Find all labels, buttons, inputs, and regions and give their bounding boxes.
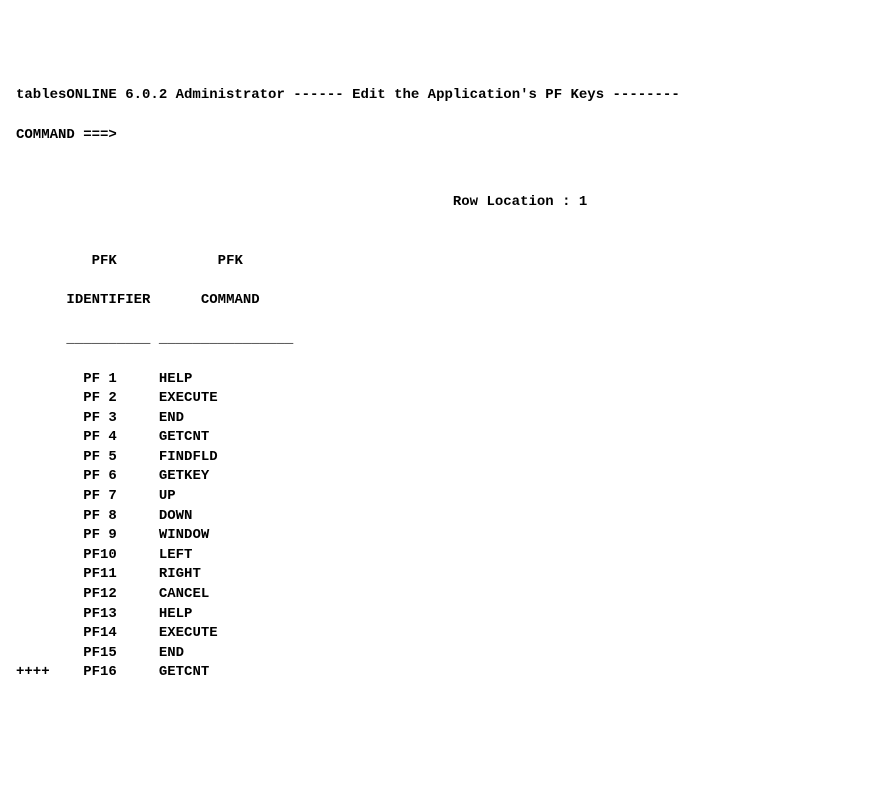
table-row: PF13 HELP xyxy=(16,605,864,625)
pfk-identifier: PF15 xyxy=(83,645,142,661)
title-screen: Edit the Application's PF Keys xyxy=(352,87,604,103)
pfk-command: FINDFLD xyxy=(159,449,218,465)
col2-underline: ________________ xyxy=(159,331,293,347)
pfk-command: HELP xyxy=(159,371,193,387)
pfk-command: HELP xyxy=(159,606,193,622)
table-row: PF 1 HELP xyxy=(16,370,864,390)
row-location-label: Row Location : xyxy=(453,194,571,210)
table-header-line2: IDENTIFIER COMMAND xyxy=(16,291,864,311)
row-marker xyxy=(16,371,50,387)
command-line: COMMAND ===> xyxy=(16,126,864,146)
pfk-command: END xyxy=(159,410,184,426)
pfk-command: CANCEL xyxy=(159,586,209,602)
row-marker xyxy=(16,488,50,504)
pfk-command: LEFT xyxy=(159,547,193,563)
row-location-value: 1 xyxy=(579,194,587,210)
command-label: COMMAND ===> xyxy=(16,127,117,143)
command-input[interactable] xyxy=(125,126,629,144)
pfk-identifier: PF 4 xyxy=(83,429,142,445)
table-row: PF15 END xyxy=(16,644,864,664)
row-marker xyxy=(16,606,50,622)
pfk-command: RIGHT xyxy=(159,566,201,582)
table-row: PF10 LEFT xyxy=(16,546,864,566)
row-marker xyxy=(16,625,50,641)
col2-header-line2: COMMAND xyxy=(201,292,260,308)
pfk-command: GETCNT xyxy=(159,664,209,680)
table-row: PF 5 FINDFLD xyxy=(16,448,864,468)
table-row: ++++ PF16 GETCNT xyxy=(16,663,864,683)
table-row: PF 2 EXECUTE xyxy=(16,389,864,409)
pfk-command: DOWN xyxy=(159,508,193,524)
pfk-command: EXECUTE xyxy=(159,625,218,641)
pfk-identifier: PF 1 xyxy=(83,371,142,387)
pfk-identifier: PF 8 xyxy=(83,508,142,524)
pfk-identifier: PF14 xyxy=(83,625,142,641)
title-sep-mid: ------ xyxy=(285,87,352,103)
col1-underline: __________ xyxy=(66,331,150,347)
row-marker xyxy=(16,449,50,465)
pfk-command: END xyxy=(159,645,184,661)
pfk-command: GETCNT xyxy=(159,429,209,445)
pfk-identifier: PF12 xyxy=(83,586,142,602)
col1-header-line2: IDENTIFIER xyxy=(66,292,150,308)
col2-header-line1: PFK xyxy=(218,253,243,269)
pfk-command: UP xyxy=(159,488,176,504)
pfk-command: GETKEY xyxy=(159,468,209,484)
pfk-command: WINDOW xyxy=(159,527,209,543)
pfk-identifier: PF 9 xyxy=(83,527,142,543)
table-row: PF11 RIGHT xyxy=(16,565,864,585)
row-marker xyxy=(16,390,50,406)
table-row: PF14 EXECUTE xyxy=(16,624,864,644)
row-location-line: Row Location : 1 xyxy=(16,193,864,213)
screen-title: tablesONLINE 6.0.2 Administrator ------ … xyxy=(16,86,864,106)
table-header-line1: PFK PFK xyxy=(16,252,864,272)
pfk-identifier: PF 3 xyxy=(83,410,142,426)
row-marker xyxy=(16,566,50,582)
title-sep-right: -------- xyxy=(604,87,680,103)
table-row: PF 3 END xyxy=(16,409,864,429)
pfk-identifier: PF13 xyxy=(83,606,142,622)
pfk-identifier: PF 5 xyxy=(83,449,142,465)
row-marker xyxy=(16,429,50,445)
row-marker xyxy=(16,410,50,426)
pfk-identifier: PF10 xyxy=(83,547,142,563)
table-row: PF 6 GETKEY xyxy=(16,467,864,487)
pfk-identifier: PF 6 xyxy=(83,468,142,484)
table-row: PF 8 DOWN xyxy=(16,507,864,527)
title-app: tablesONLINE 6.0.2 Administrator xyxy=(16,87,285,103)
row-marker: ++++ xyxy=(16,664,50,680)
table-row: PF12 CANCEL xyxy=(16,585,864,605)
table-body: PF 1 HELP PF 2 EXECUTE PF 3 END PF 4 GET… xyxy=(16,370,864,684)
pfk-identifier: PF 2 xyxy=(83,390,142,406)
row-marker xyxy=(16,586,50,602)
row-marker xyxy=(16,645,50,661)
table-row: PF 7 UP xyxy=(16,487,864,507)
row-marker xyxy=(16,547,50,563)
row-marker xyxy=(16,508,50,524)
col1-header-line1: PFK xyxy=(92,253,117,269)
pfk-identifier: PF16 xyxy=(83,664,142,680)
pfk-command: EXECUTE xyxy=(159,390,218,406)
pfk-identifier: PF 7 xyxy=(83,488,142,504)
table-underline: __________ ________________ xyxy=(16,330,864,350)
row-marker xyxy=(16,527,50,543)
table-row: PF 4 GETCNT xyxy=(16,428,864,448)
pfk-identifier: PF11 xyxy=(83,566,142,582)
table-row: PF 9 WINDOW xyxy=(16,526,864,546)
row-marker xyxy=(16,468,50,484)
